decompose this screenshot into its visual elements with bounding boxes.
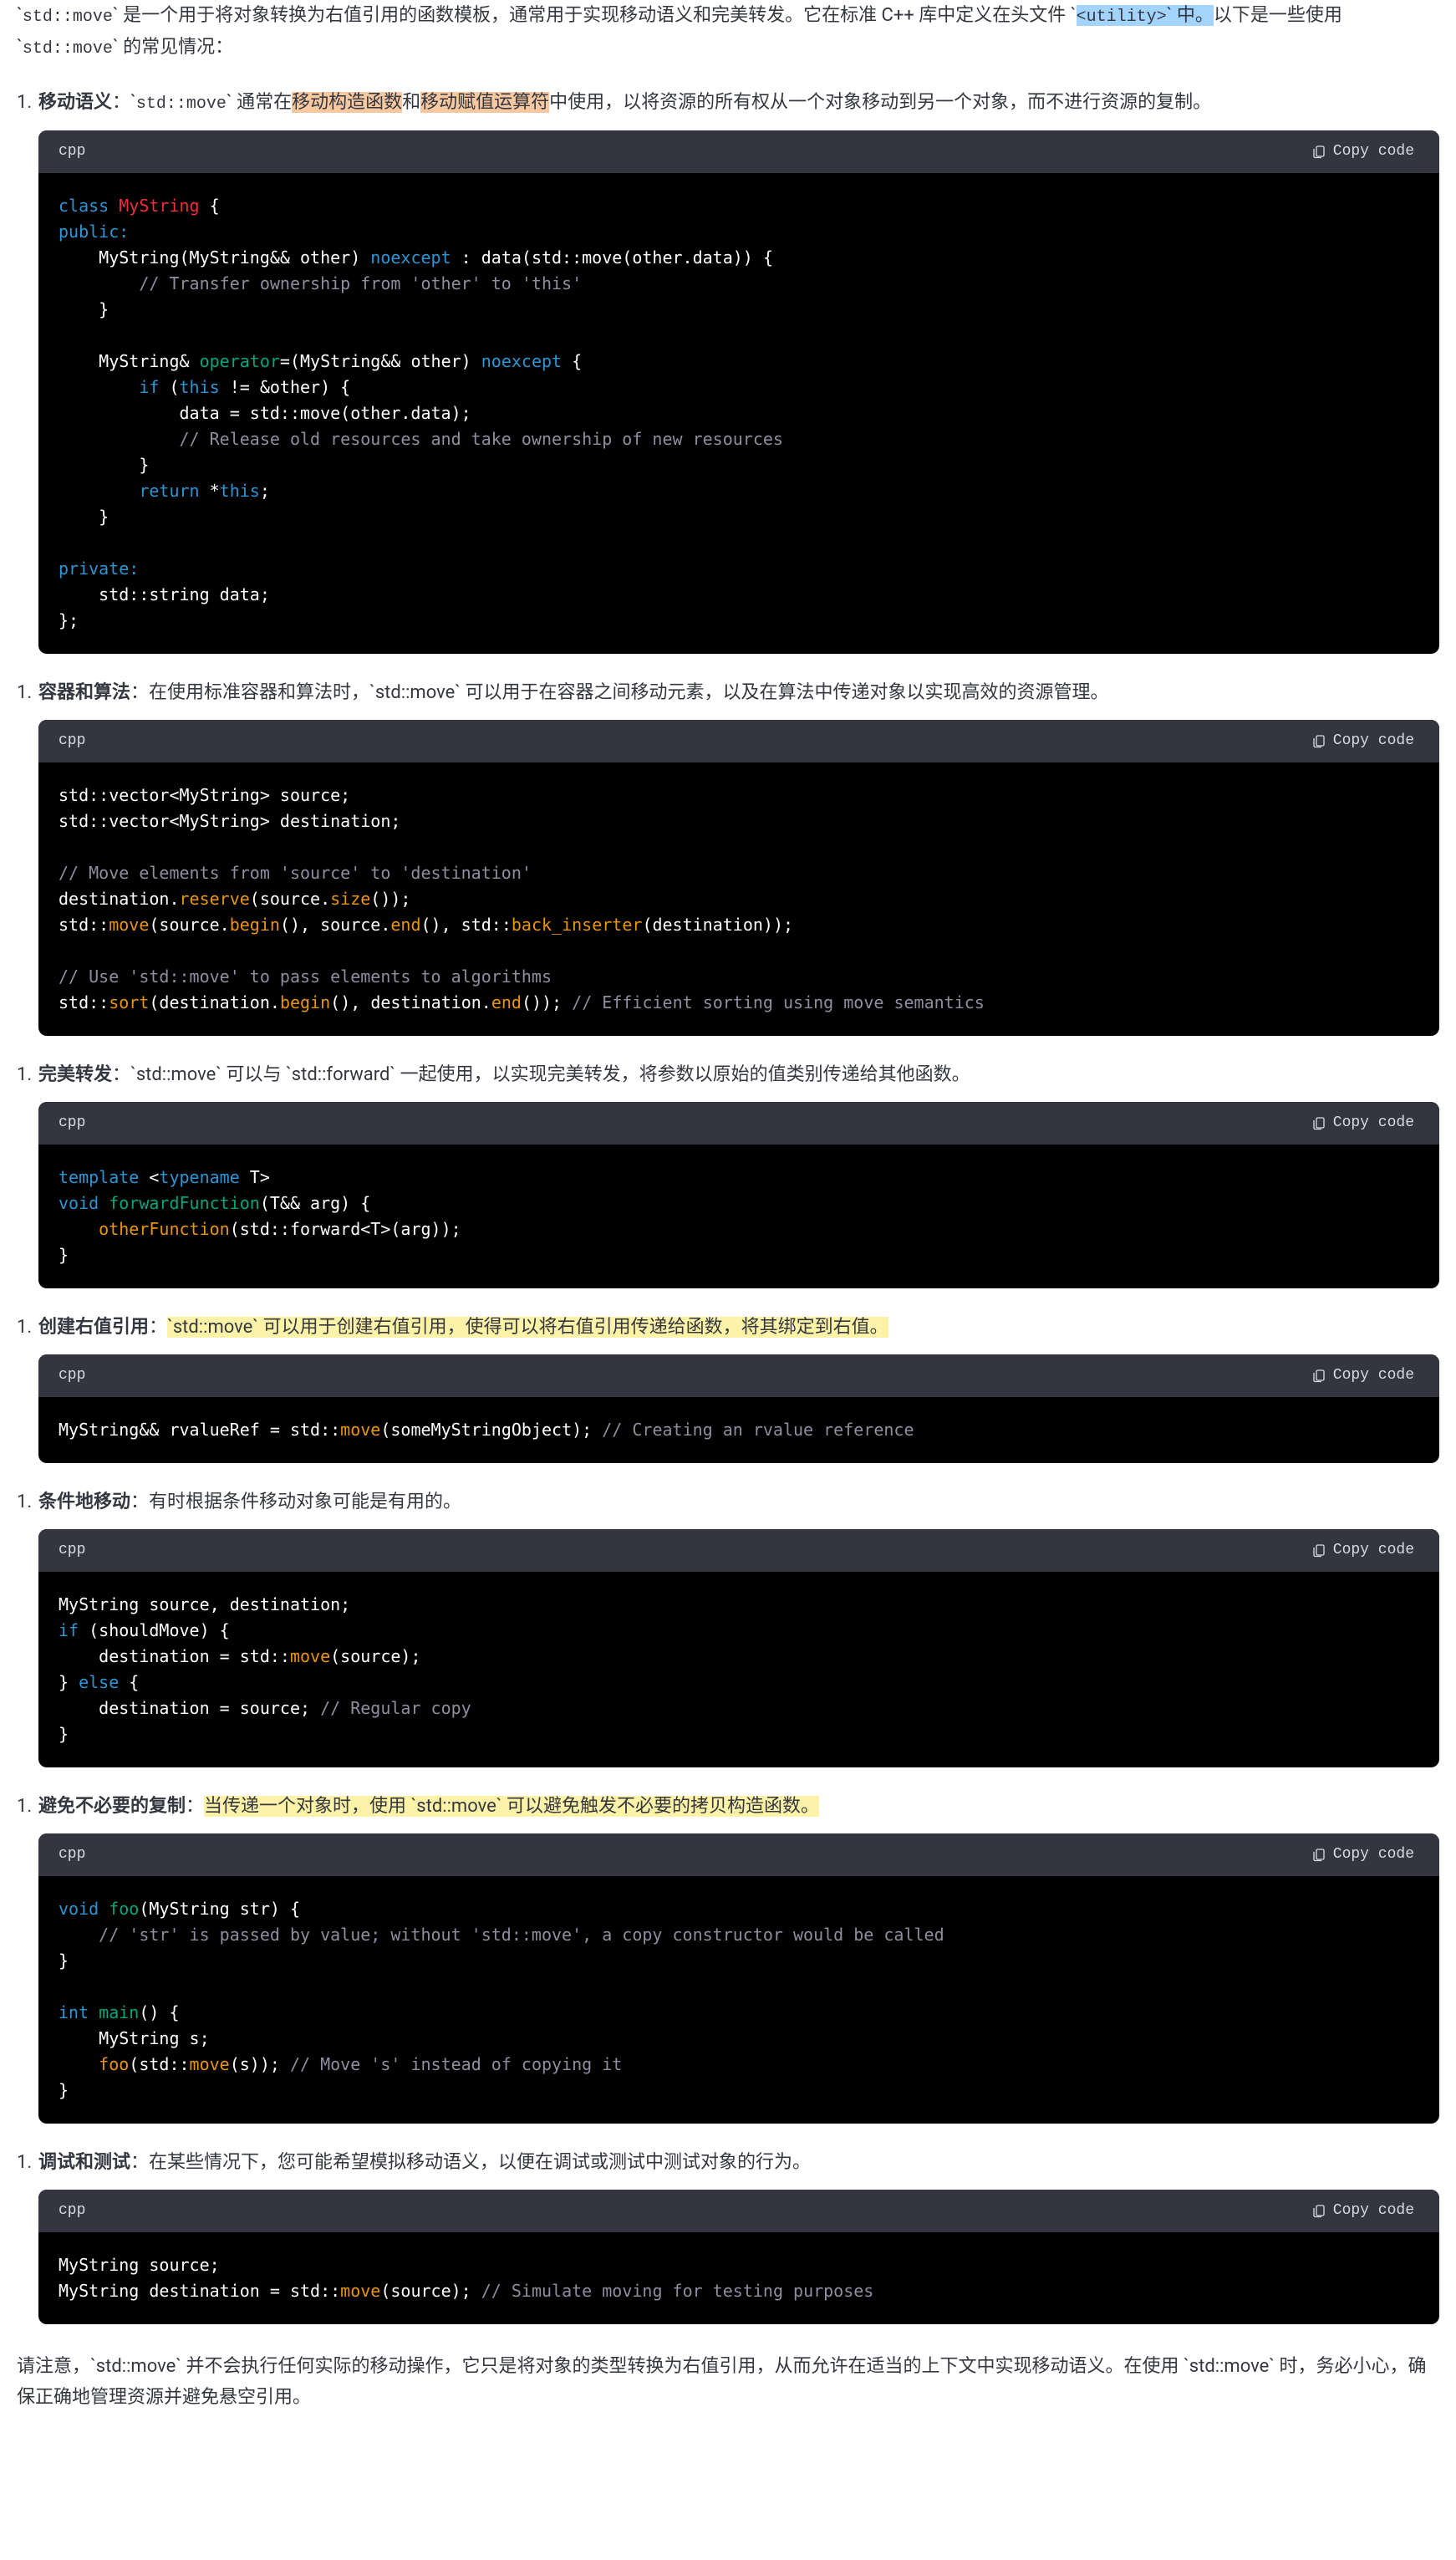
section-avoid-copy: 避免不必要的复制：当传递一个对象时，使用 `std::move` 可以避免触发不… [17,1791,1439,2124]
section-title: 容器和算法 [38,682,130,703]
section-title: 条件地移动 [38,1492,130,1512]
code-lang-label: cpp [59,728,85,754]
section-desc: ：`std::move` 通常在移动构造函数和移动赋值运算符中使用，以将资源的所… [112,92,1211,113]
copy-code-button[interactable]: Copy code [1306,1845,1419,1864]
section-desc: ：在使用标准容器和算法时，`std::move` 可以用于在容器之间移动元素，以… [130,682,1109,703]
section-desc: `std::move` 可以用于创建右值引用，使得可以将右值引用传递给函数，将其… [167,1317,888,1338]
outro-paragraph: 请注意，`std::move` 并不会执行任何实际的移动操作，它只是将对象的类型… [17,2351,1439,2414]
section-title: 移动语义 [38,92,112,113]
section-title: 调试和测试 [38,2152,130,2173]
clipboard-icon [1311,1543,1326,1558]
code-lang-label: cpp [59,1363,85,1389]
code-header: cpp Copy code [38,1354,1439,1397]
section-conditional-move: 条件地移动：有时根据条件移动对象可能是有用的。 cpp Copy code My… [17,1487,1439,1767]
article-content: `std::move` 是一个用于将对象转换为右值引用的函数模板，通常用于实现移… [0,0,1456,2451]
code-block: cpp Copy code class MyString { public: M… [38,130,1439,654]
code-content: class MyString { public: MyString(MyStri… [38,173,1439,654]
code-block: cpp Copy code MyString source; MyString … [38,2190,1439,2324]
code-header: cpp Copy code [38,1833,1439,1876]
clipboard-icon [1311,733,1326,748]
code-lang-label: cpp [59,2198,85,2224]
section-containers-algorithms: 容器和算法：在使用标准容器和算法时，`std::move` 可以用于在容器之间移… [17,677,1439,1036]
code-header: cpp Copy code [38,130,1439,173]
section-title: 避免不必要的复制 [38,1796,186,1817]
section-perfect-forwarding: 完美转发：`std::move` 可以与 `std::forward` 一起使用… [17,1059,1439,1288]
copy-code-button[interactable]: Copy code [1306,2201,1419,2220]
code-content: template <typename T> void forwardFuncti… [38,1145,1439,1288]
code-inline: std::move [23,8,113,27]
code-lang-label: cpp [59,1110,85,1136]
code-content: MyString source, destination; if (should… [38,1572,1439,1767]
code-content: std::vector<MyString> source; std::vecto… [38,762,1439,1036]
code-block: cpp Copy code void foo(MyString str) { /… [38,1833,1439,2124]
code-header: cpp Copy code [38,1102,1439,1145]
code-block: cpp Copy code std::vector<MyString> sour… [38,720,1439,1036]
code-content: MyString&& rvalueRef = std::move(someMyS… [38,1397,1439,1463]
code-header: cpp Copy code [38,720,1439,762]
copy-code-button[interactable]: Copy code [1306,142,1419,161]
intro-paragraph: `std::move` 是一个用于将对象转换为右值引用的函数模板，通常用于实现移… [17,0,1439,64]
section-list: 移动语义：`std::move` 通常在移动构造函数和移动赋值运算符中使用，以将… [17,87,1439,2324]
copy-code-button[interactable]: Copy code [1306,732,1419,750]
section-title: 创建右值引用 [38,1317,149,1338]
code-inline: <utility> [1077,8,1167,27]
code-content: void foo(MyString str) { // 'str' is pas… [38,1876,1439,2124]
section-move-semantics: 移动语义：`std::move` 通常在移动构造函数和移动赋值运算符中使用，以将… [17,87,1439,654]
code-content: MyString source; MyString destination = … [38,2232,1439,2324]
section-desc: ：`std::move` 可以与 `std::forward` 一起使用，以实现… [112,1064,970,1085]
clipboard-icon [1311,1847,1326,1862]
copy-code-button[interactable]: Copy code [1306,1366,1419,1385]
section-desc: ：有时根据条件移动对象可能是有用的。 [130,1492,461,1512]
code-inline: std::move [23,39,113,59]
section-desc: ：在某些情况下，您可能希望模拟移动语义，以便在调试或测试中测试对象的行为。 [130,2152,811,2173]
code-header: cpp Copy code [38,2190,1439,2232]
section-title: 完美转发 [38,1064,112,1085]
clipboard-icon [1311,2203,1326,2218]
section-create-rvalue-ref: 创建右值引用：`std::move` 可以用于创建右值引用，使得可以将右值引用传… [17,1312,1439,1463]
code-lang-label: cpp [59,1538,85,1563]
code-header: cpp Copy code [38,1529,1439,1572]
code-lang-label: cpp [59,139,85,165]
clipboard-icon [1311,1368,1326,1383]
clipboard-icon [1311,1115,1326,1130]
clipboard-icon [1311,144,1326,159]
code-block: cpp Copy code template <typename T> void… [38,1102,1439,1288]
code-block: cpp Copy code MyString&& rvalueRef = std… [38,1354,1439,1463]
copy-code-button[interactable]: Copy code [1306,1114,1419,1132]
section-desc: 当传递一个对象时，使用 `std::move` 可以避免触发不必要的拷贝构造函数… [204,1796,819,1817]
code-lang-label: cpp [59,1842,85,1868]
section-debug-test: 调试和测试：在某些情况下，您可能希望模拟移动语义，以便在调试或测试中测试对象的行… [17,2147,1439,2324]
copy-code-button[interactable]: Copy code [1306,1541,1419,1559]
code-block: cpp Copy code MyString source, destinati… [38,1529,1439,1767]
